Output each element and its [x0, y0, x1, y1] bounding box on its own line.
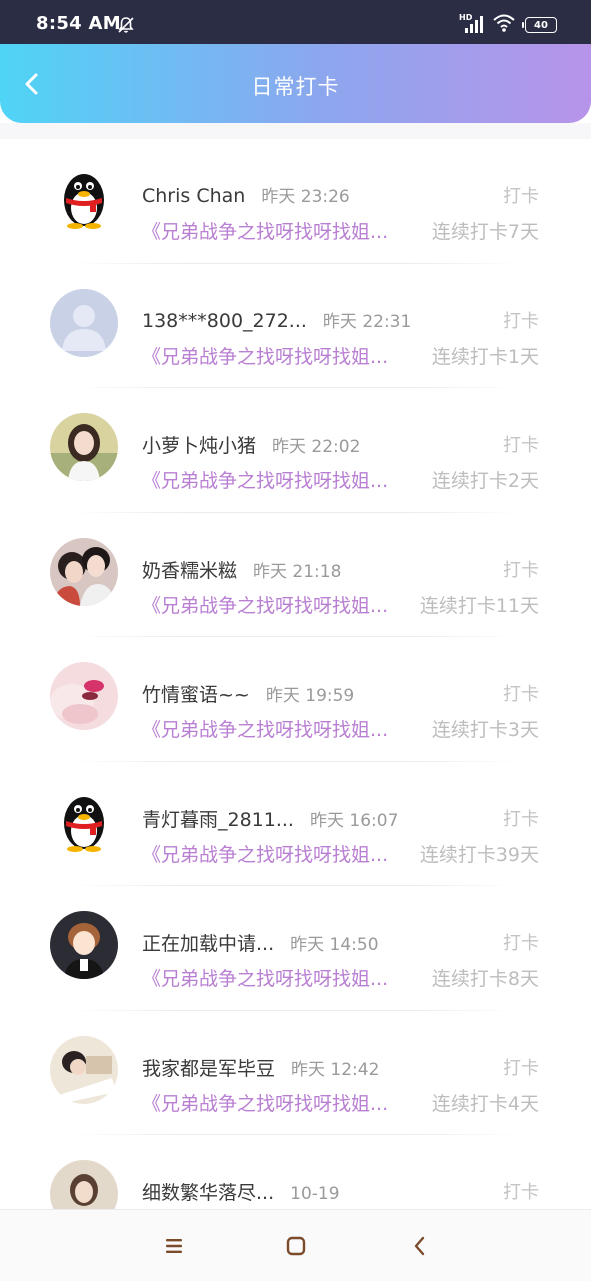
topic-link[interactable]: 《兄弟战争之找呀找呀找姐...: [142, 840, 388, 867]
checkin-time: 昨天 12:42: [291, 1059, 380, 1080]
streak-count: 连续打卡8天: [431, 968, 539, 990]
list-item[interactable]: 正在加载中请... 昨天 14:50 打卡 《兄弟战争之找呀找呀找姐... 连续打…: [0, 886, 591, 1011]
user-name: 正在加载中请... 昨天 14:50: [142, 933, 379, 955]
avatar[interactable]: [50, 1160, 118, 1209]
header-spacer: [0, 123, 591, 139]
home-icon: [286, 1236, 306, 1256]
streak-count: 连续打卡2天: [431, 470, 539, 492]
checkin-time: 昨天 22:31: [322, 311, 412, 332]
streak-count: 连续打卡11天: [419, 594, 539, 617]
signal-icon: HD: [459, 13, 483, 34]
list-item[interactable]: 我家都是军毕豆 昨天 12:42 打卡 《兄弟战争之找呀找呀找姐... 连续打卡4…: [0, 1011, 591, 1135]
checkin-time: 昨天 23:26: [261, 187, 350, 207]
user-name: 竹情蜜语~~ 昨天 19:59: [142, 684, 355, 706]
user-name: 奶香糯米糍 昨天 21:18: [142, 559, 342, 582]
user-name: 青灯暮雨_2811... 昨天 16:07: [142, 808, 399, 831]
topic-link[interactable]: 《兄弟战争之找呀找呀找姐...: [142, 964, 388, 991]
checkin-list[interactable]: Chris Chan 昨天 23:26 打卡 《兄弟战争之找呀找呀找姐... 连续…: [0, 139, 591, 1209]
sleep-photo-icon: [50, 1035, 118, 1104]
topic-link[interactable]: 《兄弟战争之找呀找呀找姐...: [142, 466, 388, 493]
checkin-button[interactable]: 打卡: [503, 680, 539, 706]
checkin-button[interactable]: 打卡: [503, 1178, 539, 1204]
back-arrow-icon: [414, 1236, 425, 1256]
pink-photo-icon: [50, 662, 118, 730]
list-item[interactable]: 小萝卜炖小猪 昨天 22:02 打卡 《兄弟战争之找呀找呀找姐... 连续打卡2天: [0, 388, 591, 513]
checkin-button[interactable]: 打卡: [503, 929, 539, 955]
checkin-button[interactable]: 打卡: [503, 556, 539, 582]
list-item[interactable]: 奶香糯米糍 昨天 21:18 打卡 《兄弟战争之找呀找呀找姐... 连续打卡11天: [0, 513, 591, 637]
user-name: Chris Chan 昨天 23:26: [142, 185, 350, 207]
checkin-time: 昨天 19:59: [265, 686, 355, 706]
checkin-button[interactable]: 打卡: [503, 307, 539, 333]
header-bar: 日常打卡: [0, 44, 591, 123]
system-nav-bar: [0, 1209, 591, 1281]
menu-icon: [166, 1239, 182, 1253]
list-item[interactable]: 竹情蜜语~~ 昨天 19:59 打卡 《兄弟战争之找呀找呀找姐... 连续打卡3天: [0, 637, 591, 762]
battery-icon: 40: [522, 17, 557, 33]
checkin-button[interactable]: 打卡: [503, 431, 539, 457]
bell-muted-icon: [116, 15, 136, 39]
user-name: 小萝卜炖小猪 昨天 22:02: [142, 435, 361, 457]
checkin-button[interactable]: 打卡: [503, 805, 539, 831]
avatar[interactable]: [50, 662, 118, 730]
streak-count: 连续打卡39天: [419, 843, 539, 866]
list-item[interactable]: 青灯暮雨_2811... 昨天 16:07 打卡 《兄弟战争之找呀找呀找姐... …: [0, 762, 591, 886]
streak-count: 连续打卡1天: [431, 345, 539, 368]
checkin-time: 昨天 16:07: [309, 810, 399, 831]
girl-photo-icon: [50, 413, 118, 481]
checkin-button[interactable]: 打卡: [503, 1054, 539, 1080]
streak-count: 连续打卡7天: [431, 221, 539, 243]
checkin-button[interactable]: 打卡: [503, 182, 539, 208]
wifi-icon: [493, 14, 515, 36]
menu-button[interactable]: [160, 1232, 188, 1260]
home-button[interactable]: [282, 1232, 310, 1260]
topic-link[interactable]: 《兄弟战争之找呀找呀找姐...: [142, 715, 388, 742]
streak-count: 连续打卡4天: [431, 1092, 539, 1115]
avatar[interactable]: [50, 164, 118, 232]
list-item[interactable]: Chris Chan 昨天 23:26 打卡 《兄弟战争之找呀找呀找姐... 连续…: [0, 139, 591, 264]
checkin-time: 昨天 21:18: [253, 561, 342, 582]
user-name: 我家都是军毕豆 昨天 12:42: [142, 1057, 380, 1080]
avatar[interactable]: [50, 1035, 118, 1104]
girl2-photo-icon: [50, 1160, 118, 1209]
checkin-time: 10-19: [290, 1184, 340, 1204]
streak-count: 连续打卡3天: [431, 719, 539, 741]
back-nav-button[interactable]: [406, 1232, 434, 1260]
topic-link[interactable]: 《兄弟战争之找呀找呀找姐...: [142, 591, 388, 618]
user-name: 细数繁华落尽... 10-19: [142, 1182, 340, 1204]
anime-boy-icon: [50, 911, 118, 979]
qq-penguin-icon: [50, 786, 118, 855]
list-item[interactable]: 138***800_272... 昨天 22:31 打卡 《兄弟战争之找呀找呀找姐…: [0, 264, 591, 388]
avatar[interactable]: [50, 911, 118, 979]
avatar[interactable]: [50, 786, 118, 855]
user-name: 138***800_272... 昨天 22:31: [142, 309, 412, 332]
boys-photo-icon: [50, 537, 118, 606]
topic-link[interactable]: 《兄弟战争之找呀找呀找姐...: [142, 342, 388, 369]
list-item[interactable]: 细数繁华落尽... 10-19 打卡: [0, 1135, 591, 1209]
checkin-time: 昨天 14:50: [290, 935, 379, 955]
qq-penguin-icon: [50, 164, 118, 232]
default-person-icon: [50, 288, 118, 357]
status-bar: 8:54 AM HD 40: [0, 0, 591, 44]
avatar[interactable]: [50, 537, 118, 606]
topic-link[interactable]: 《兄弟战争之找呀找呀找姐...: [142, 1089, 388, 1116]
topic-link[interactable]: 《兄弟战争之找呀找呀找姐...: [142, 217, 388, 244]
status-time: 8:54 AM: [36, 13, 121, 34]
checkin-time: 昨天 22:02: [272, 437, 361, 457]
page-title: 日常打卡: [251, 75, 340, 99]
avatar[interactable]: [50, 413, 118, 481]
avatar[interactable]: [50, 288, 118, 357]
